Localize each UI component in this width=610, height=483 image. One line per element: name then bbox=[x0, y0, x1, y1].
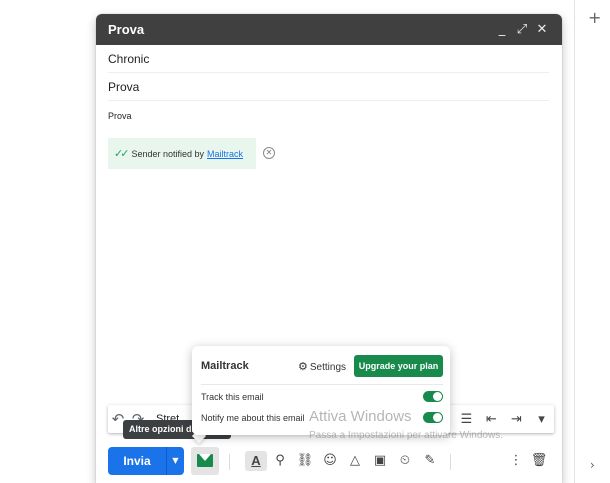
drive-icon[interactable]: △ bbox=[344, 451, 366, 471]
settings-label: Settings bbox=[309, 362, 347, 373]
notice-text: Sender notified by bbox=[131, 148, 204, 159]
insert-link-icon[interactable]: ⛓ bbox=[294, 451, 316, 471]
mailtrack-link[interactable]: Mailtrack bbox=[207, 149, 243, 159]
indent-more-icon[interactable]: ⇥ bbox=[504, 412, 529, 427]
message-body[interactable]: Prova bbox=[108, 111, 132, 121]
windows-activation-watermark: Attiva Windows bbox=[309, 408, 412, 425]
double-check-icon: ✓✓ bbox=[114, 147, 130, 160]
signature-icon[interactable]: ✎ bbox=[419, 451, 441, 471]
get-addons-plus-icon[interactable]: + bbox=[588, 8, 601, 27]
mailtrack-envelope-icon bbox=[197, 454, 213, 467]
subject-field[interactable]: Prova bbox=[108, 73, 549, 101]
insert-photo-icon[interactable]: ▣ bbox=[369, 451, 391, 471]
notify-me-label: Notify me about this email bbox=[201, 413, 305, 423]
mailtrack-settings-link[interactable]: ⚙ Settings bbox=[298, 360, 346, 373]
compose-action-bar: Invia ▼ A ⚲ ⛓ ☺ △ ▣ ⏲ ✎ ⋮ 🗑 bbox=[108, 447, 554, 475]
compose-title: Prova bbox=[108, 22, 145, 37]
compose-titlebar[interactable]: Prova _ ⤢ ✕ bbox=[96, 14, 562, 45]
send-button[interactable]: Invia bbox=[108, 447, 166, 475]
windows-activation-subtitle: Passa a Impostazioni per attivare Window… bbox=[309, 430, 503, 441]
upgrade-plan-button[interactable]: Upgrade your plan bbox=[354, 355, 443, 377]
mailtrack-button[interactable] bbox=[191, 447, 219, 475]
recipients-field[interactable]: Chronic bbox=[108, 45, 549, 73]
more-formatting-icon[interactable]: ▾ bbox=[529, 412, 554, 427]
track-email-toggle[interactable] bbox=[423, 391, 443, 402]
side-panel bbox=[574, 0, 610, 483]
delete-draft-icon[interactable]: 🗑 bbox=[528, 451, 550, 471]
send-options-dropdown[interactable]: ▼ bbox=[166, 447, 184, 475]
mailtrack-notice: ✓✓ Sender notified by Mailtrack bbox=[108, 138, 256, 169]
attach-file-icon[interactable]: ⚲ bbox=[269, 451, 291, 471]
divider bbox=[450, 454, 451, 470]
bulleted-list-icon[interactable]: ☰ bbox=[454, 412, 479, 427]
divider bbox=[229, 454, 230, 470]
formatting-options-icon[interactable]: A bbox=[245, 451, 267, 471]
expand-side-panel-icon[interactable]: › bbox=[590, 458, 595, 472]
indent-less-icon[interactable]: ⇤ bbox=[479, 412, 504, 427]
formatting-toolbar-right: ☰ ⇤ ⇥ ▾ bbox=[454, 412, 554, 427]
mailtrack-brand: Mailtrack bbox=[201, 360, 249, 372]
more-options-icon[interactable]: ⋮ bbox=[505, 451, 527, 471]
minimize-icon[interactable]: _ bbox=[492, 22, 512, 37]
gear-icon: ⚙ bbox=[298, 360, 308, 373]
divider bbox=[201, 384, 443, 385]
fullscreen-icon[interactable]: ⤢ bbox=[512, 22, 532, 37]
confidential-mode-icon[interactable]: ⏲ bbox=[394, 451, 416, 471]
track-email-label: Track this email bbox=[201, 392, 264, 402]
remove-notice-icon[interactable]: ✕ bbox=[263, 147, 275, 159]
emoji-icon[interactable]: ☺ bbox=[319, 451, 341, 471]
close-icon[interactable]: ✕ bbox=[532, 22, 552, 37]
notify-me-toggle[interactable] bbox=[423, 412, 443, 423]
